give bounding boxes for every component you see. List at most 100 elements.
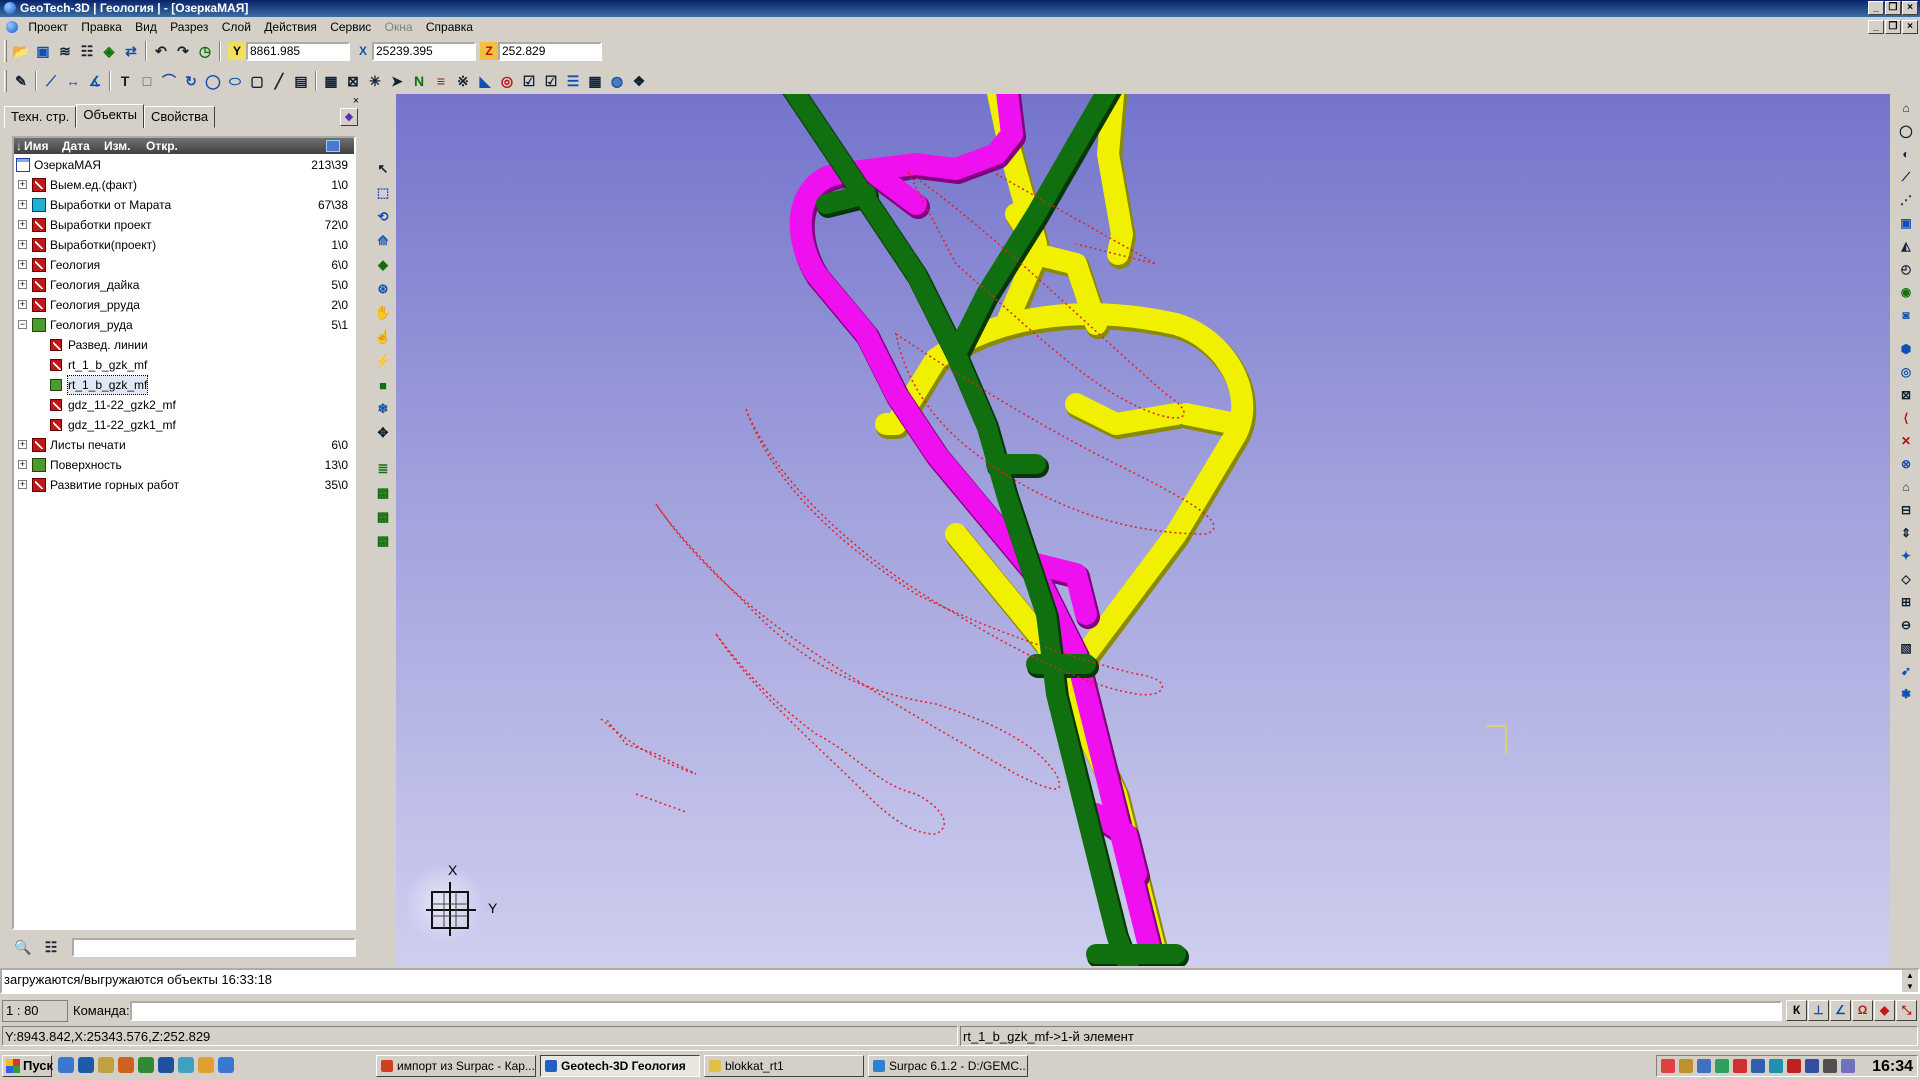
tree-child-item[interactable]: gdz_11-22_gzk1_mf: [14, 416, 354, 434]
tray-icon-4[interactable]: [1715, 1059, 1729, 1073]
menu-edit[interactable]: Правка: [76, 17, 127, 37]
tree-item[interactable]: + Геология 6\0: [14, 256, 354, 274]
tree-root[interactable]: ОзеркаМАЯ 213\39: [14, 156, 354, 174]
tool-r4-icon[interactable]: ⟋: [1894, 166, 1918, 188]
expand-icon[interactable]: +: [18, 180, 27, 189]
line-icon[interactable]: ╱: [268, 70, 290, 92]
col-date[interactable]: Дата: [62, 138, 90, 154]
rotate-icon[interactable]: ⟲: [372, 206, 394, 228]
folder-quick-icon[interactable]: [198, 1057, 214, 1073]
snap-diag-button[interactable]: ⤡: [1896, 1000, 1917, 1021]
ellipse-icon[interactable]: ⬭: [224, 70, 246, 92]
tool-r26-icon[interactable]: ❃: [1894, 683, 1918, 705]
table-icon[interactable]: ▤: [290, 70, 312, 92]
mdi-minimize-button[interactable]: _: [1868, 20, 1884, 34]
tree-item[interactable]: − Геология_руда 5\1: [14, 316, 354, 334]
tool-r20-icon[interactable]: ✦: [1894, 545, 1918, 567]
tree-item[interactable]: + Выработки проект 72\0: [14, 216, 354, 234]
flag-icon[interactable]: ◣: [474, 70, 496, 92]
tool-r13-icon[interactable]: ⊠: [1894, 384, 1918, 406]
desktop-icon[interactable]: [78, 1057, 94, 1073]
menu-windows[interactable]: Окна: [380, 17, 418, 37]
hand-icon[interactable]: ✋: [372, 302, 394, 324]
tool-r17-icon[interactable]: ⌂: [1894, 476, 1918, 498]
tool-r11-icon[interactable]: ⬢: [1894, 338, 1918, 360]
tray-icon-6[interactable]: [1751, 1059, 1765, 1073]
tray-icon-3[interactable]: [1697, 1059, 1711, 1073]
tree-item[interactable]: + Выем.ед.(факт) 1\0: [14, 176, 354, 194]
find-icon[interactable]: 🔍: [12, 936, 34, 958]
firefox-icon[interactable]: [118, 1057, 134, 1073]
tool-r3-icon[interactable]: ◐: [1894, 143, 1918, 165]
document-icon[interactable]: [6, 21, 18, 33]
z-coord-input[interactable]: [498, 41, 602, 61]
mdi-restore-button[interactable]: ❐: [1885, 20, 1901, 34]
angle-icon[interactable]: ∡: [84, 70, 106, 92]
explorer-icon[interactable]: [98, 1057, 114, 1073]
col-name[interactable]: Имя: [24, 138, 49, 154]
palette-icon[interactable]: ◍: [606, 70, 628, 92]
tool-r19-icon[interactable]: ⇕: [1894, 522, 1918, 544]
select-arrow-icon[interactable]: ↖: [372, 158, 394, 180]
col-opened[interactable]: Откр.: [146, 138, 178, 154]
menu-service[interactable]: Сервис: [325, 17, 376, 37]
start-button[interactable]: Пуск: [2, 1055, 53, 1077]
tool-r2-icon[interactable]: ◯: [1894, 120, 1918, 142]
clock-icon[interactable]: ◷: [194, 40, 216, 62]
snap-angle-button[interactable]: ∠: [1830, 1000, 1851, 1021]
menu-help[interactable]: Справка: [421, 17, 478, 37]
tree-item[interactable]: + Развитие горных работ 35\0: [14, 476, 354, 494]
stack-icon[interactable]: ☰: [562, 70, 584, 92]
menu-project[interactable]: Проект: [23, 17, 73, 37]
task-geotech[interactable]: Geotech-3D Геология: [540, 1055, 700, 1077]
cube-view-icon[interactable]: ▩: [372, 482, 394, 504]
cursor-icon[interactable]: ➤: [386, 70, 408, 92]
tree-item[interactable]: + Выработки(проект) 1\0: [14, 236, 354, 254]
excel-icon[interactable]: [138, 1057, 154, 1073]
3d-viewport[interactable]: X Y: [396, 94, 1890, 966]
target-icon[interactable]: ◎: [496, 70, 518, 92]
node-icon[interactable]: ◆: [372, 254, 394, 276]
hatch-icon[interactable]: ≡: [430, 70, 452, 92]
select-box-icon[interactable]: ⬚: [372, 182, 394, 204]
panel-close-button[interactable]: ×: [350, 96, 362, 108]
tool-r24-icon[interactable]: ▧: [1894, 637, 1918, 659]
expand-icon[interactable]: +: [18, 460, 27, 469]
fill-box-icon[interactable]: ■: [372, 374, 394, 396]
filter-icon[interactable]: ☷: [40, 936, 62, 958]
tree-item[interactable]: + Выработки от Марата 67\38: [14, 196, 354, 214]
save-icon[interactable]: ▣: [32, 40, 54, 62]
close-button[interactable]: ×: [1902, 1, 1918, 15]
arc-icon[interactable]: ⌒: [158, 70, 180, 92]
object-tree[interactable]: ↓ Имя Дата Изм. Откр. ОзеркаМАЯ 213\39 + Вы…: [12, 136, 356, 930]
panel-menu-button[interactable]: ◆: [340, 108, 358, 126]
collapse-icon[interactable]: −: [18, 320, 27, 329]
expand-icon[interactable]: +: [18, 440, 27, 449]
tray-icon-8[interactable]: [1787, 1059, 1801, 1073]
tool-r21-icon[interactable]: ◇: [1894, 568, 1918, 590]
tray-icon-9[interactable]: [1805, 1059, 1819, 1073]
log-scrollbar[interactable]: ▲ ▼: [1902, 970, 1918, 992]
task-blokkat[interactable]: blokkat_rt1: [704, 1055, 864, 1077]
tool-r8-icon[interactable]: ◴: [1894, 258, 1918, 280]
expand-icon[interactable]: +: [18, 480, 27, 489]
restore-button[interactable]: ❐: [1885, 1, 1901, 15]
tree-child-item[interactable]: rt_1_b_gzk_mf: [14, 375, 354, 395]
axis-icon[interactable]: ⟰: [372, 230, 394, 252]
task-surpac-import[interactable]: импорт из Surpac - Кар...: [376, 1055, 536, 1077]
import-icon[interactable]: ⇄: [120, 40, 142, 62]
tree-item[interactable]: + Листы печати 6\0: [14, 436, 354, 454]
frame-icon[interactable]: ▢: [246, 70, 268, 92]
ie2-icon[interactable]: [218, 1057, 234, 1073]
tool-r22-icon[interactable]: ⊞: [1894, 591, 1918, 613]
pattern-icon[interactable]: ※: [452, 70, 474, 92]
panel-search-input[interactable]: [72, 938, 356, 957]
mdi-close-button[interactable]: ×: [1902, 20, 1918, 34]
expand-icon[interactable]: +: [18, 220, 27, 229]
command-input[interactable]: [130, 1001, 1782, 1021]
orbit-icon[interactable]: ⊛: [372, 278, 394, 300]
expand-icon[interactable]: +: [18, 260, 27, 269]
tree-child-item[interactable]: Развед. линии: [14, 336, 354, 354]
tool-r7-icon[interactable]: ◭: [1894, 235, 1918, 257]
tab-tech-structure[interactable]: Техн. стр.: [4, 106, 77, 128]
